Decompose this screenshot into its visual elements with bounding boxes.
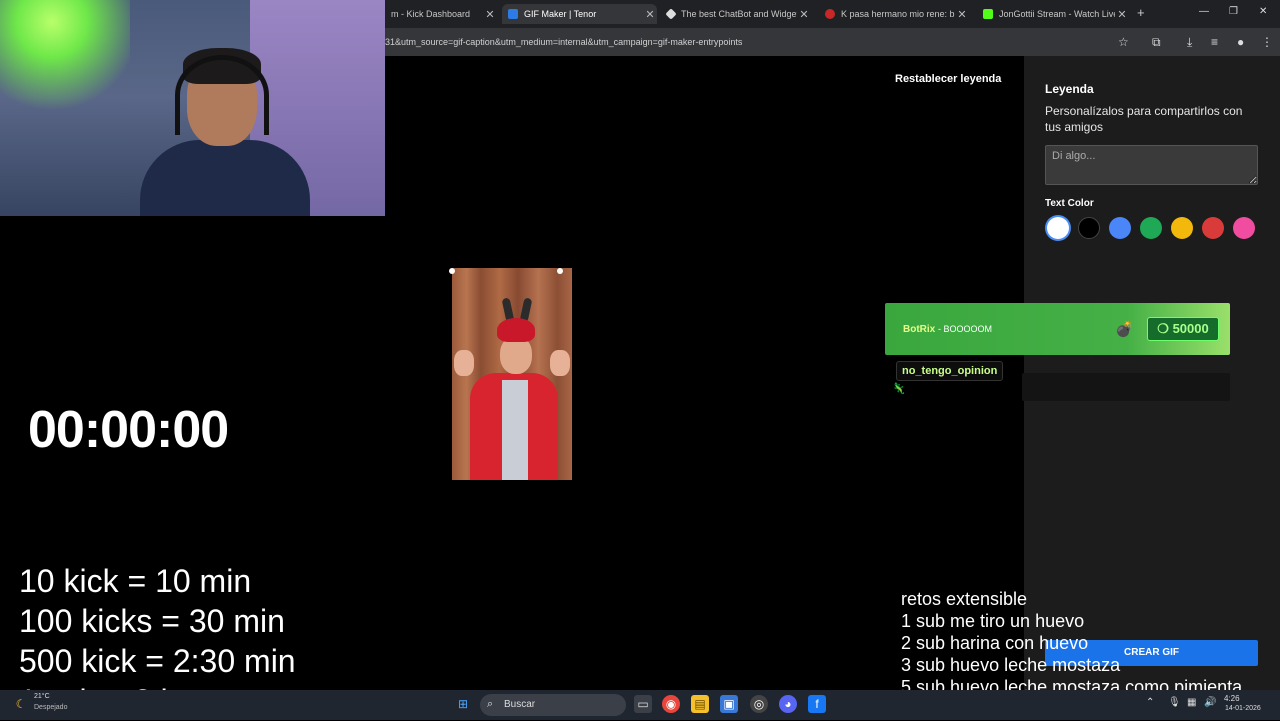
streamer-torso xyxy=(140,140,310,216)
kick-rule: 500 kick = 2:30 min xyxy=(19,643,296,679)
close-icon[interactable]: ✕ xyxy=(643,8,657,21)
text-color-label: Text Color xyxy=(1045,198,1094,209)
tab-title: JonGottii Stream - Watch Live o xyxy=(999,9,1115,19)
extensions-icon[interactable]: ⧉ xyxy=(1152,35,1161,50)
chat-bar xyxy=(1022,373,1230,401)
points-badge: ❍ 50000 xyxy=(1147,317,1219,341)
kick-rule: 10 kick = 10 min xyxy=(19,563,252,599)
crop-handle[interactable] xyxy=(557,268,563,274)
color-swatch[interactable] xyxy=(1171,217,1193,239)
window-close-icon[interactable]: ✕ xyxy=(1259,6,1267,17)
chrome-icon[interactable]: ◉ xyxy=(662,695,680,713)
minimize-icon[interactable]: — xyxy=(1199,6,1209,17)
hand xyxy=(454,350,474,376)
clock-date[interactable]: 14-01-2026 xyxy=(1225,705,1261,712)
hat xyxy=(497,318,535,342)
color-swatch[interactable] xyxy=(1078,217,1100,239)
search-icon: ⌕ xyxy=(487,698,494,710)
crop-handle[interactable] xyxy=(449,268,455,274)
taskbar-search[interactable]: Buscar xyxy=(480,694,626,716)
caption-input[interactable] xyxy=(1045,145,1258,185)
points-amount: 50000 xyxy=(1172,321,1209,336)
reto-item: 1 sub me tiro un huevo xyxy=(901,611,1085,631)
reto-item: 3 sub huevo leche mostaza xyxy=(901,655,1121,675)
color-swatch[interactable] xyxy=(1140,217,1162,239)
tab-kick-dashboard[interactable]: m - Kick Dashboard ✕ xyxy=(385,4,497,24)
reto-item: 2 sub harina con huevo xyxy=(901,633,1089,653)
network-icon[interactable]: ▦ xyxy=(1187,697,1196,708)
bomb-icon: 💣 xyxy=(1115,321,1134,338)
close-icon[interactable]: ✕ xyxy=(955,8,969,21)
panel-title: Leyenda xyxy=(1045,82,1094,96)
color-swatch[interactable] xyxy=(1202,217,1224,239)
windows-start-icon[interactable]: ⊞ xyxy=(454,695,472,713)
weather-temp: 21°C xyxy=(34,693,50,700)
new-tab-icon[interactable]: + xyxy=(1137,5,1145,20)
tab-title: GIF Maker | Tenor xyxy=(524,9,597,19)
menu-dots-icon[interactable]: ⋮ xyxy=(1261,35,1273,49)
obs-icon[interactable]: ◎ xyxy=(750,695,768,713)
coin-icon: ❍ xyxy=(1157,321,1169,336)
profile-icon[interactable]: ● xyxy=(1237,35,1244,49)
file-explorer-icon[interactable]: ▤ xyxy=(691,695,709,713)
panel-subtitle: Personalízalos para compartirlos con tus… xyxy=(1045,104,1243,134)
restore-icon[interactable]: ❐ xyxy=(1229,6,1238,17)
microphone-icon[interactable]: 🎙 xyxy=(1168,697,1181,708)
store-icon[interactable]: ▣ xyxy=(720,695,738,713)
tab-chatbot[interactable]: The best ChatBot and Widgets ✕ xyxy=(661,4,811,24)
reset-caption-link[interactable]: Restablecer leyenda xyxy=(895,73,1001,85)
webcam-feed xyxy=(0,0,385,216)
url-field[interactable]: 31&utm_source=gif-caption&utm_medium=int… xyxy=(385,37,742,47)
close-icon[interactable]: ✕ xyxy=(1115,8,1129,21)
tab-gif-maker[interactable]: GIF Maker | Tenor ✕ xyxy=(502,4,657,24)
emote-icon: 🦎 xyxy=(892,383,906,395)
shirt xyxy=(502,380,528,480)
green-light xyxy=(0,0,130,110)
alert-name: BotRix xyxy=(903,324,936,335)
hand xyxy=(550,350,570,376)
discord-icon[interactable]: ◕ xyxy=(779,695,797,713)
tray-chevron-icon[interactable]: ⌃ xyxy=(1146,697,1154,708)
close-icon[interactable]: ✕ xyxy=(483,8,497,21)
facebook-icon[interactable]: f xyxy=(808,695,826,713)
botrix-alert: BotRix - BOOOOOM 💣 ❍ 50000 xyxy=(885,303,1230,355)
subathon-timer: 00:00:00 xyxy=(28,401,229,459)
close-icon[interactable]: ✕ xyxy=(797,8,811,21)
download-icon[interactable]: ⤓ xyxy=(1187,35,1192,50)
color-swatch[interactable] xyxy=(1233,217,1255,239)
headset xyxy=(175,55,269,135)
clock-time[interactable]: 4:26 xyxy=(1224,694,1240,703)
tenor-icon xyxy=(508,9,518,19)
task-view-icon[interactable]: ▭ xyxy=(634,695,652,713)
botrix-icon xyxy=(665,8,677,20)
reading-list-icon[interactable]: ≡ xyxy=(1211,35,1218,49)
tab-title: K pasa hermano mio rene: boti xyxy=(841,9,955,19)
gif-preview[interactable] xyxy=(452,268,572,480)
reto-item: retos extensible xyxy=(901,589,1028,609)
alert-message: - BOOOOOM xyxy=(938,324,992,334)
tab-title: m - Kick Dashboard xyxy=(391,9,471,19)
youtube-icon xyxy=(825,9,835,19)
color-swatch[interactable] xyxy=(1047,217,1069,239)
tab-jongottii[interactable]: JonGottii Stream - Watch Live o ✕ xyxy=(977,4,1129,24)
weather-desc: Despejado xyxy=(34,704,68,711)
moon-weather-icon[interactable]: ☾ xyxy=(12,695,30,713)
bookmark-star-icon[interactable]: ☆ xyxy=(1118,35,1129,49)
volume-icon[interactable]: 🔊 xyxy=(1204,697,1216,708)
color-swatch[interactable] xyxy=(1109,217,1131,239)
retos-list: retos extensible 1 sub me tiro un huevo … xyxy=(901,588,1242,698)
kick-rule: 100 kicks = 30 min xyxy=(19,603,285,639)
chat-username: no_tengo_opinion xyxy=(896,361,1004,381)
tab-title: The best ChatBot and Widgets xyxy=(681,9,797,19)
tab-kpasa[interactable]: K pasa hermano mio rene: boti ✕ xyxy=(819,4,969,24)
kick-icon xyxy=(983,9,993,19)
